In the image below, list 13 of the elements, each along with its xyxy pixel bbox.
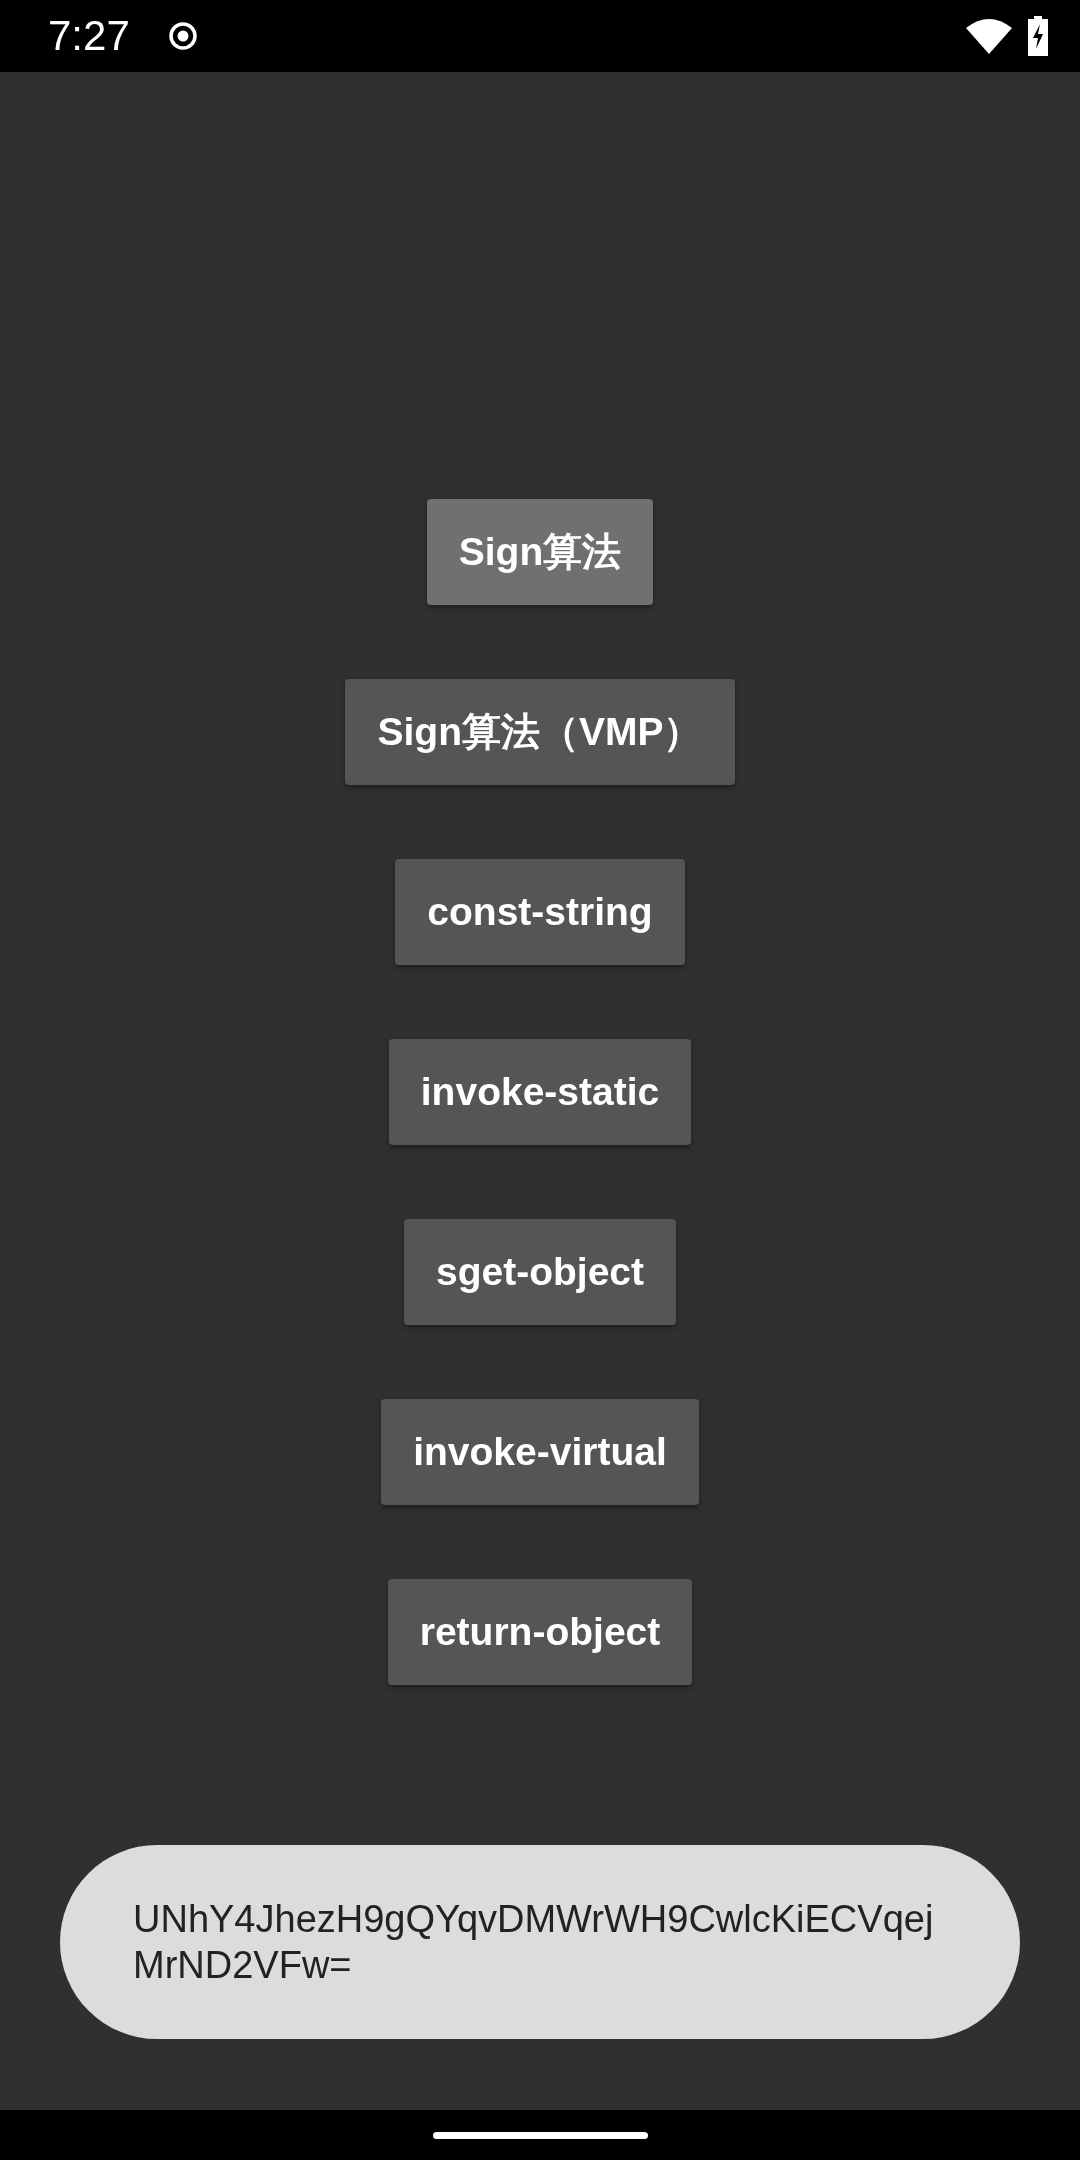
wifi-icon (966, 18, 1012, 54)
action-button[interactable]: const-string (395, 859, 685, 965)
battery-charging-icon (1026, 16, 1050, 56)
status-time: 7:27 (48, 12, 130, 60)
action-button[interactable]: Sign算法（VMP） (345, 679, 735, 785)
action-button[interactable]: Sign算法 (426, 499, 654, 605)
toast-message: UNhY4JhezH9gQYqvDMWrWH9CwlcKiECVqejMrND2VFw= (133, 1897, 935, 1988)
record-icon (167, 21, 198, 51)
action-button[interactable]: sget-object (404, 1219, 676, 1325)
action-button[interactable]: invoke-static (388, 1039, 692, 1145)
home-handle[interactable] (432, 2131, 648, 2139)
action-button[interactable]: return-object (387, 1579, 693, 1685)
action-button[interactable]: invoke-virtual (381, 1399, 699, 1505)
